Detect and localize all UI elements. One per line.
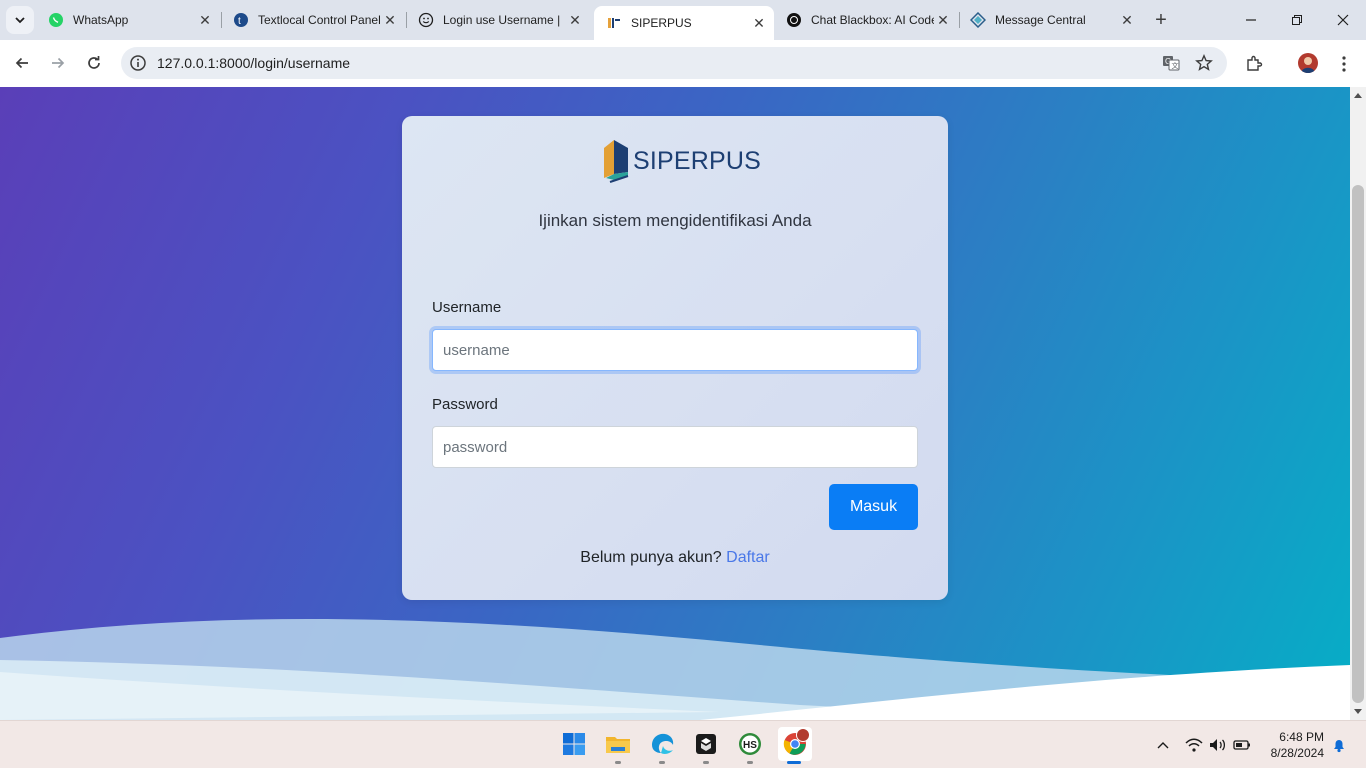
reload-icon	[88, 56, 100, 69]
windows-start-icon[interactable]	[559, 729, 589, 759]
tab-title: Message Central	[995, 13, 1086, 27]
volume-icon[interactable]	[1209, 737, 1227, 753]
siperpus-icon	[606, 15, 622, 31]
siperpus-logo: SIPERPUS	[602, 137, 761, 185]
tab-title: Chat Blackbox: AI Code	[811, 13, 934, 27]
whatsapp-icon	[48, 12, 64, 28]
username-input[interactable]	[432, 329, 918, 371]
password-input[interactable]	[432, 426, 918, 468]
tab-siperpus[interactable]: SIPERPUS ✕	[594, 6, 774, 40]
close-icon[interactable]: ✕	[381, 11, 399, 29]
book-logo-icon	[604, 140, 629, 183]
terminal-app-icon[interactable]	[691, 729, 721, 759]
tab-title: Login use Username |	[443, 13, 561, 27]
browser-toolbar: 127.0.0.1:8000/login/username G文	[0, 40, 1366, 87]
close-icon[interactable]: ✕	[1118, 11, 1136, 29]
minimize-button[interactable]	[1239, 8, 1263, 32]
profile-avatar[interactable]	[1298, 53, 1318, 73]
close-icon[interactable]: ✕	[196, 11, 214, 29]
site-info-icon[interactable]	[129, 54, 147, 72]
windows-taskbar: HS 6:48 PM 8/28/2024	[0, 720, 1366, 768]
blackbox-icon	[786, 12, 802, 28]
wifi-icon[interactable]	[1185, 737, 1203, 753]
close-icon	[1337, 14, 1349, 26]
tab-login-username[interactable]: Login use Username | ✕	[406, 6, 590, 34]
arrow-right-icon	[52, 57, 65, 69]
forward-button[interactable]	[44, 49, 72, 77]
username-label: Username	[432, 299, 502, 316]
page-viewport: SIPERPUS Ijinkan sistem mengidentifikasi…	[0, 87, 1350, 720]
tab-whatsapp[interactable]: WhatsApp ✕	[36, 6, 220, 34]
decorative-waves	[0, 618, 1350, 720]
tab-textlocal[interactable]: t Textlocal Control Panel ✕	[221, 6, 405, 34]
more-menu-icon[interactable]	[1333, 53, 1355, 75]
close-icon[interactable]: ✕	[750, 14, 768, 32]
tab-blackbox[interactable]: Chat Blackbox: AI Code ✕	[774, 6, 958, 34]
url-text[interactable]: 127.0.0.1:8000/login/username	[157, 55, 350, 71]
active-indicator	[787, 761, 801, 764]
translate-icon[interactable]: G文	[1162, 54, 1180, 72]
signup-text: Belum punya akun?	[580, 549, 722, 566]
smiley-icon	[418, 12, 434, 28]
message-central-icon	[970, 12, 986, 28]
edge-app-icon[interactable]	[647, 729, 677, 759]
hs-app-icon[interactable]: HS	[735, 729, 765, 759]
notification-bell-icon[interactable]	[1330, 737, 1348, 753]
clock-date: 8/28/2024	[1270, 746, 1324, 760]
tab-title: WhatsApp	[73, 13, 129, 27]
tab-title: SIPERPUS	[631, 16, 692, 30]
running-indicator	[703, 761, 709, 764]
reload-button[interactable]	[80, 49, 108, 77]
chevron-up-icon[interactable]	[1154, 737, 1172, 753]
running-indicator	[615, 761, 621, 764]
star-icon[interactable]	[1195, 54, 1213, 72]
close-window-button[interactable]	[1331, 8, 1355, 32]
tab-message-central[interactable]: Message Central ✕	[958, 6, 1142, 34]
close-icon[interactable]: ✕	[934, 11, 952, 29]
scroll-up-arrow-icon[interactable]	[1354, 93, 1362, 98]
svg-text:t: t	[238, 16, 241, 27]
tab-search-button[interactable]	[6, 6, 34, 34]
signup-prompt: Belum punya akun? Daftar	[402, 549, 948, 567]
signup-link[interactable]: Daftar	[726, 549, 770, 566]
running-indicator	[659, 761, 665, 764]
scroll-down-arrow-icon[interactable]	[1354, 709, 1362, 714]
file-explorer-icon[interactable]	[603, 729, 633, 759]
arrow-left-icon	[15, 57, 28, 69]
svg-text:HS: HS	[743, 740, 757, 751]
logo-text: SIPERPUS	[633, 146, 762, 175]
restore-button[interactable]	[1285, 8, 1309, 32]
chrome-profile-badge	[796, 728, 810, 742]
scrollbar-thumb[interactable]	[1352, 185, 1364, 703]
restore-icon	[1292, 15, 1302, 25]
login-card: SIPERPUS Ijinkan sistem mengidentifikasi…	[402, 116, 948, 600]
svg-text:文: 文	[1172, 61, 1179, 70]
textlocal-icon: t	[233, 12, 249, 28]
tab-strip: WhatsApp ✕ t Textlocal Control Panel ✕ L…	[0, 0, 1366, 40]
battery-icon[interactable]	[1233, 737, 1251, 753]
page-subtitle: Ijinkan sistem mengidentifikasi Anda	[538, 211, 812, 230]
extensions-icon[interactable]	[1243, 53, 1265, 75]
clock-time: 6:48 PM	[1279, 730, 1324, 744]
chevron-down-icon	[15, 17, 25, 24]
system-clock[interactable]: 6:48 PM 8/28/2024	[1262, 729, 1324, 761]
tab-title: Textlocal Control Panel	[258, 13, 381, 27]
running-indicator	[747, 761, 753, 764]
login-button[interactable]: Masuk	[829, 484, 918, 530]
new-tab-button[interactable]: +	[1150, 9, 1172, 31]
address-bar[interactable]: 127.0.0.1:8000/login/username G文	[121, 47, 1227, 79]
close-icon[interactable]: ✕	[566, 11, 584, 29]
password-label: Password	[432, 396, 498, 413]
minimize-icon	[1246, 19, 1256, 21]
back-button[interactable]	[8, 49, 36, 77]
page-scrollbar[interactable]	[1350, 87, 1366, 720]
